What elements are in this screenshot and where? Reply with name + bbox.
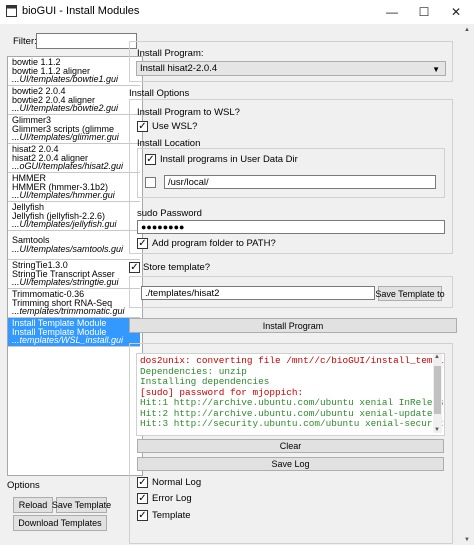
install-options-label: Install Options [129,88,190,99]
filter-label: Filter: [13,36,37,47]
list-item[interactable]: Trimmomatic-0.36 Trimming short RNA-Seq … [8,289,140,318]
list-item[interactable]: bowtie2 2.0.4 bowtie2 2.0.4 aligner ...U… [8,86,140,115]
list-item[interactable]: Samtools ...UI/templates/samtools.gui [8,231,140,260]
template-path-input[interactable]: ./templates/hisat2 [141,286,375,300]
add-path-checkbox[interactable]: ✓ [137,238,148,249]
module-path: ...UI/templates/samtools.gui [12,243,124,254]
sudo-password-label: sudo Password [137,208,202,219]
user-data-dir-label: Install programs in User Data Dir [160,154,298,165]
list-item-selected[interactable]: Install Template Module Install Template… [8,318,140,347]
chevron-down-icon: ▼ [432,65,440,74]
scroll-down-icon: ▼ [434,427,440,433]
install-location-input[interactable]: /usr/local/ [164,175,436,189]
clear-button[interactable]: Clear [137,439,444,453]
use-wsl-checkbox[interactable]: ✓ [137,121,148,132]
filter-input[interactable] [36,33,137,49]
list-item[interactable]: Jellyfish Jellyfish (jellyfish-2.2.6) ..… [8,202,140,231]
template-log-checkbox[interactable]: ✓ [137,510,148,521]
add-path-label: Add program folder to PATH? [152,238,276,249]
error-log-checkbox[interactable]: ✓ [137,493,148,504]
store-template-label: Store template? [143,262,211,273]
template-log-label: Template [152,510,191,521]
save-template-button[interactable]: Save Template [52,497,111,513]
scroll-thumb[interactable] [434,366,441,414]
install-program-button[interactable]: Install Program [129,318,457,333]
options-label: Options [7,480,40,491]
scroll-up-icon: ▲ [434,354,440,360]
log-line: Hit:3 http://security.ubuntu.com/ubuntu … [140,418,445,429]
minimize-button[interactable]: — [376,0,408,24]
scroll-down-icon: ▼ [464,537,470,543]
window-title: bioGUI - Install Modules [22,5,140,17]
window-scrollbar[interactable]: ▲ ▼ [461,25,474,545]
wsl-question-label: Install Program to WSL? [137,107,240,118]
save-template-to-button[interactable]: Save Template to [375,286,445,301]
module-path: ...UI/templates/jellyfish.gui [12,219,117,230]
module-path: ...oGUI/templates/hisat2.gui [12,161,124,172]
save-log-button[interactable]: Save Log [137,457,444,471]
install-program-label: Install Program: [137,48,204,59]
use-wsl-label: Use WSL? [152,121,198,132]
install-program-value: Install hisat2-2.0.4 [140,63,218,74]
reload-button[interactable]: Reload [13,497,53,513]
list-item[interactable]: hisat2 2.0.4 hisat2 2.0.4 aligner ...oGU… [8,144,140,173]
app-icon [6,5,17,17]
error-log-label: Error Log [152,493,192,504]
close-button[interactable]: ✕ [440,0,472,24]
maximize-button[interactable]: ☐ [408,0,440,24]
list-item[interactable]: StringTie1.3.0 StringTie Transcript Asse… [8,260,140,289]
download-templates-button[interactable]: Download Templates [13,515,107,531]
normal-log-label: Normal Log [152,477,202,488]
module-path: ...UI/templates/glimmer.gui [12,132,119,143]
log-output[interactable]: dos2unix: converting file /mnt//c/bioGUI… [136,353,445,436]
module-path: ...UI/templates/bowtie2.gui [12,103,119,114]
scroll-up-icon: ▲ [464,27,470,33]
list-item[interactable]: HMMER HMMER (hmmer-3.1b2) ...UI/template… [8,173,140,202]
module-path: ...UI/templates/stringtie.gui [12,277,119,288]
log-scrollbar[interactable]: ▲ ▼ [433,354,442,433]
module-path: ...templates/WSL_install.gui [12,335,124,346]
sudo-password-input[interactable]: ●●●●●●●● [137,220,445,234]
module-path: ...templates/trimmomatic.gui [12,306,125,317]
module-path: ...UI/templates/hmmer.gui [12,190,115,201]
list-item[interactable]: Glimmer3 Glimmer3 scripts (glimme ...UI/… [8,115,140,144]
normal-log-checkbox[interactable]: ✓ [137,477,148,488]
module-path: ...UI/templates/bowtie1.gui [12,74,119,85]
custom-location-checkbox[interactable] [145,177,156,188]
list-item[interactable]: bowtie 1.1.2 bowtie 1.1.2 aligner ...UI/… [8,57,140,86]
module-list[interactable]: bowtie 1.1.2 bowtie 1.1.2 aligner ...UI/… [7,56,143,476]
store-template-checkbox[interactable]: ✓ [129,262,140,273]
log-line: Installing dependencies [140,376,270,387]
user-data-dir-checkbox[interactable]: ✓ [145,154,156,165]
log-line: Hit:1 http://archive.ubuntu.com/ubuntu x… [140,397,445,408]
install-program-select[interactable]: Install hisat2-2.0.4 ▼ [136,61,446,76]
log-line: dos2unix: converting file /mnt//c/bioGUI… [140,355,445,366]
